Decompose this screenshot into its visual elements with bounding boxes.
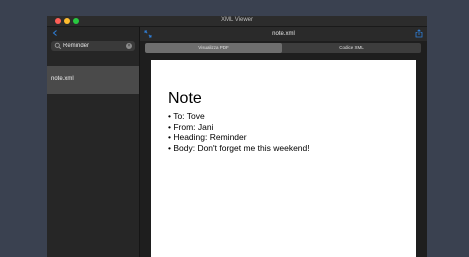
note-field-from: From: Jani — [168, 122, 310, 133]
document-title: note.xml — [272, 31, 295, 37]
sidebar-toggle-icon[interactable] — [51, 29, 59, 37]
share-icon[interactable] — [415, 29, 423, 38]
note-fields-list: To: Tove From: Jani Heading: Reminder Bo… — [168, 111, 310, 154]
sidebar-toolbar — [47, 27, 139, 40]
pdf-page: Note To: Tove From: Jani Heading: Remind… — [151, 60, 416, 257]
view-mode-segmented-control: Visualizza PDF Codice XML — [145, 43, 421, 53]
sidebar: × note.xml — [47, 27, 140, 257]
file-list-item[interactable]: note.xml — [47, 66, 139, 94]
window-title: XML Viewer — [220, 17, 253, 23]
note-heading: Note — [168, 90, 202, 107]
file-item-label: note.xml — [51, 76, 74, 82]
clear-icon[interactable]: × — [126, 43, 132, 49]
tab-codice-xml[interactable]: Codice XML — [282, 43, 421, 53]
main-pane: note.xml Visualizza PDF Codice XML Note … — [140, 27, 427, 257]
app-window: XML Viewer × note.xml note.xml — [47, 16, 427, 257]
note-field-heading: Heading: Reminder — [168, 132, 310, 143]
search-input[interactable] — [63, 41, 123, 51]
note-field-to: To: Tove — [168, 111, 310, 122]
main-toolbar: note.xml — [140, 27, 427, 41]
title-bar: XML Viewer — [47, 16, 427, 27]
search-field[interactable]: × — [51, 41, 135, 51]
tab-visualizza-pdf[interactable]: Visualizza PDF — [145, 43, 282, 53]
note-field-body: Body: Don't forget me this weekend! — [168, 143, 309, 154]
search-icon — [54, 42, 62, 50]
